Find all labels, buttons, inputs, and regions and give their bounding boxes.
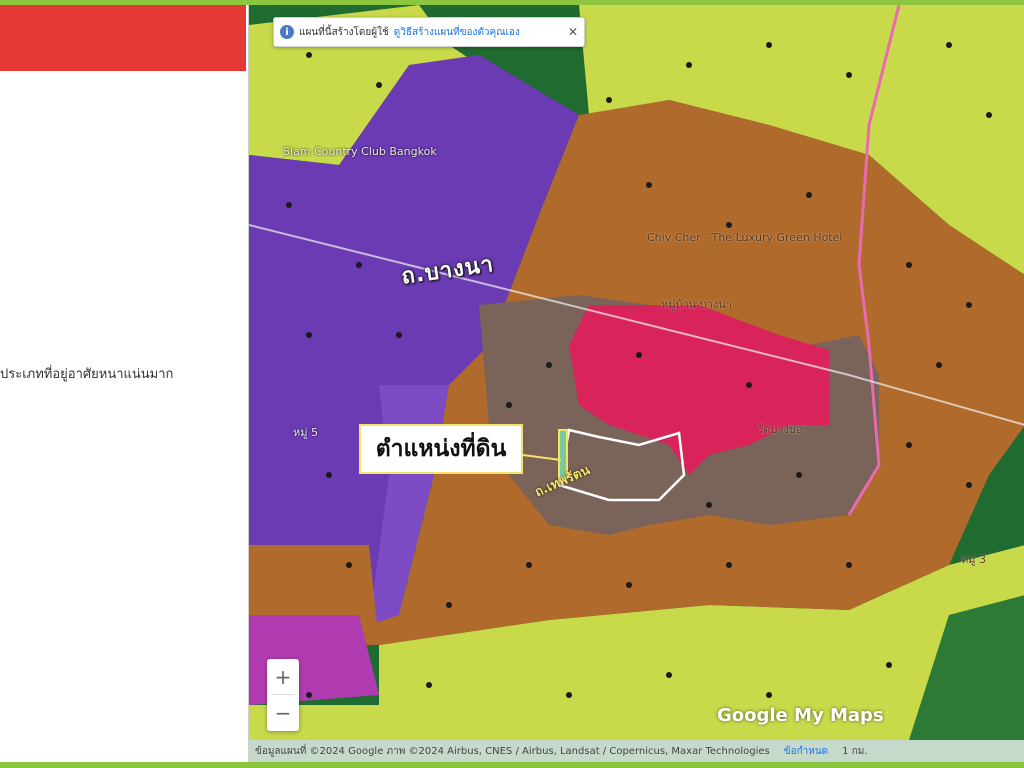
zoom-in-button[interactable]: + [267,659,299,694]
zoom-control: + − [267,659,299,731]
place-label: Chiv Cher - The Luxury Green Hotel [647,231,843,244]
info-icon: i [280,25,294,39]
place-label: หมู่ 5 [293,426,318,439]
place-label: Siam Country Club Bangkok [283,145,437,158]
legend-zone-text: ประเภทที่อยู่อาศัยหนาแน่นมาก [0,367,174,382]
terms-link[interactable]: ข้อกำหนด [784,744,828,759]
place-label: หมู่ 3 [961,553,986,566]
info-message: แผนที่นี้สร้างโดยผู้ใช้ [299,26,389,38]
create-map-link[interactable]: ดูวิธีสร้างแผนที่ของตัวคุณเอง [394,25,520,40]
attribution-text: ข้อมูลแผนที่ ©2024 Google ภาพ ©2024 Airb… [255,745,770,757]
zoom-out-button[interactable]: − [267,695,299,730]
land-location-callout: ตำแหน่งที่ดิน [359,424,523,474]
map-attribution-bar: ข้อมูลแผนที่ ©2024 Google ภาพ ©2024 Airb… [249,740,1024,762]
scale-text: 1 กม. [842,745,868,757]
map-view[interactable]: ถ.บางนา ถ.เทพรัตน Siam Country Club Bang… [248,5,1024,762]
legend-panel: ประเภทที่อยู่อาศัยหนาแน่นมาก [0,5,248,762]
map-info-bar: i แผนที่นี้สร้างโดยผู้ใช้ ดูวิธีสร้างแผน… [273,17,585,47]
google-my-maps-logo: Google My Maps [717,705,884,726]
close-icon[interactable]: ✕ [564,25,578,39]
place-label: วัดบางบ่อ [757,423,803,436]
place-label: หมู่บ้าน บางนา [661,298,732,311]
bottom-border [0,762,1024,768]
legend-header-swatch [0,5,246,71]
zoning-map-canvas[interactable] [249,5,1024,762]
